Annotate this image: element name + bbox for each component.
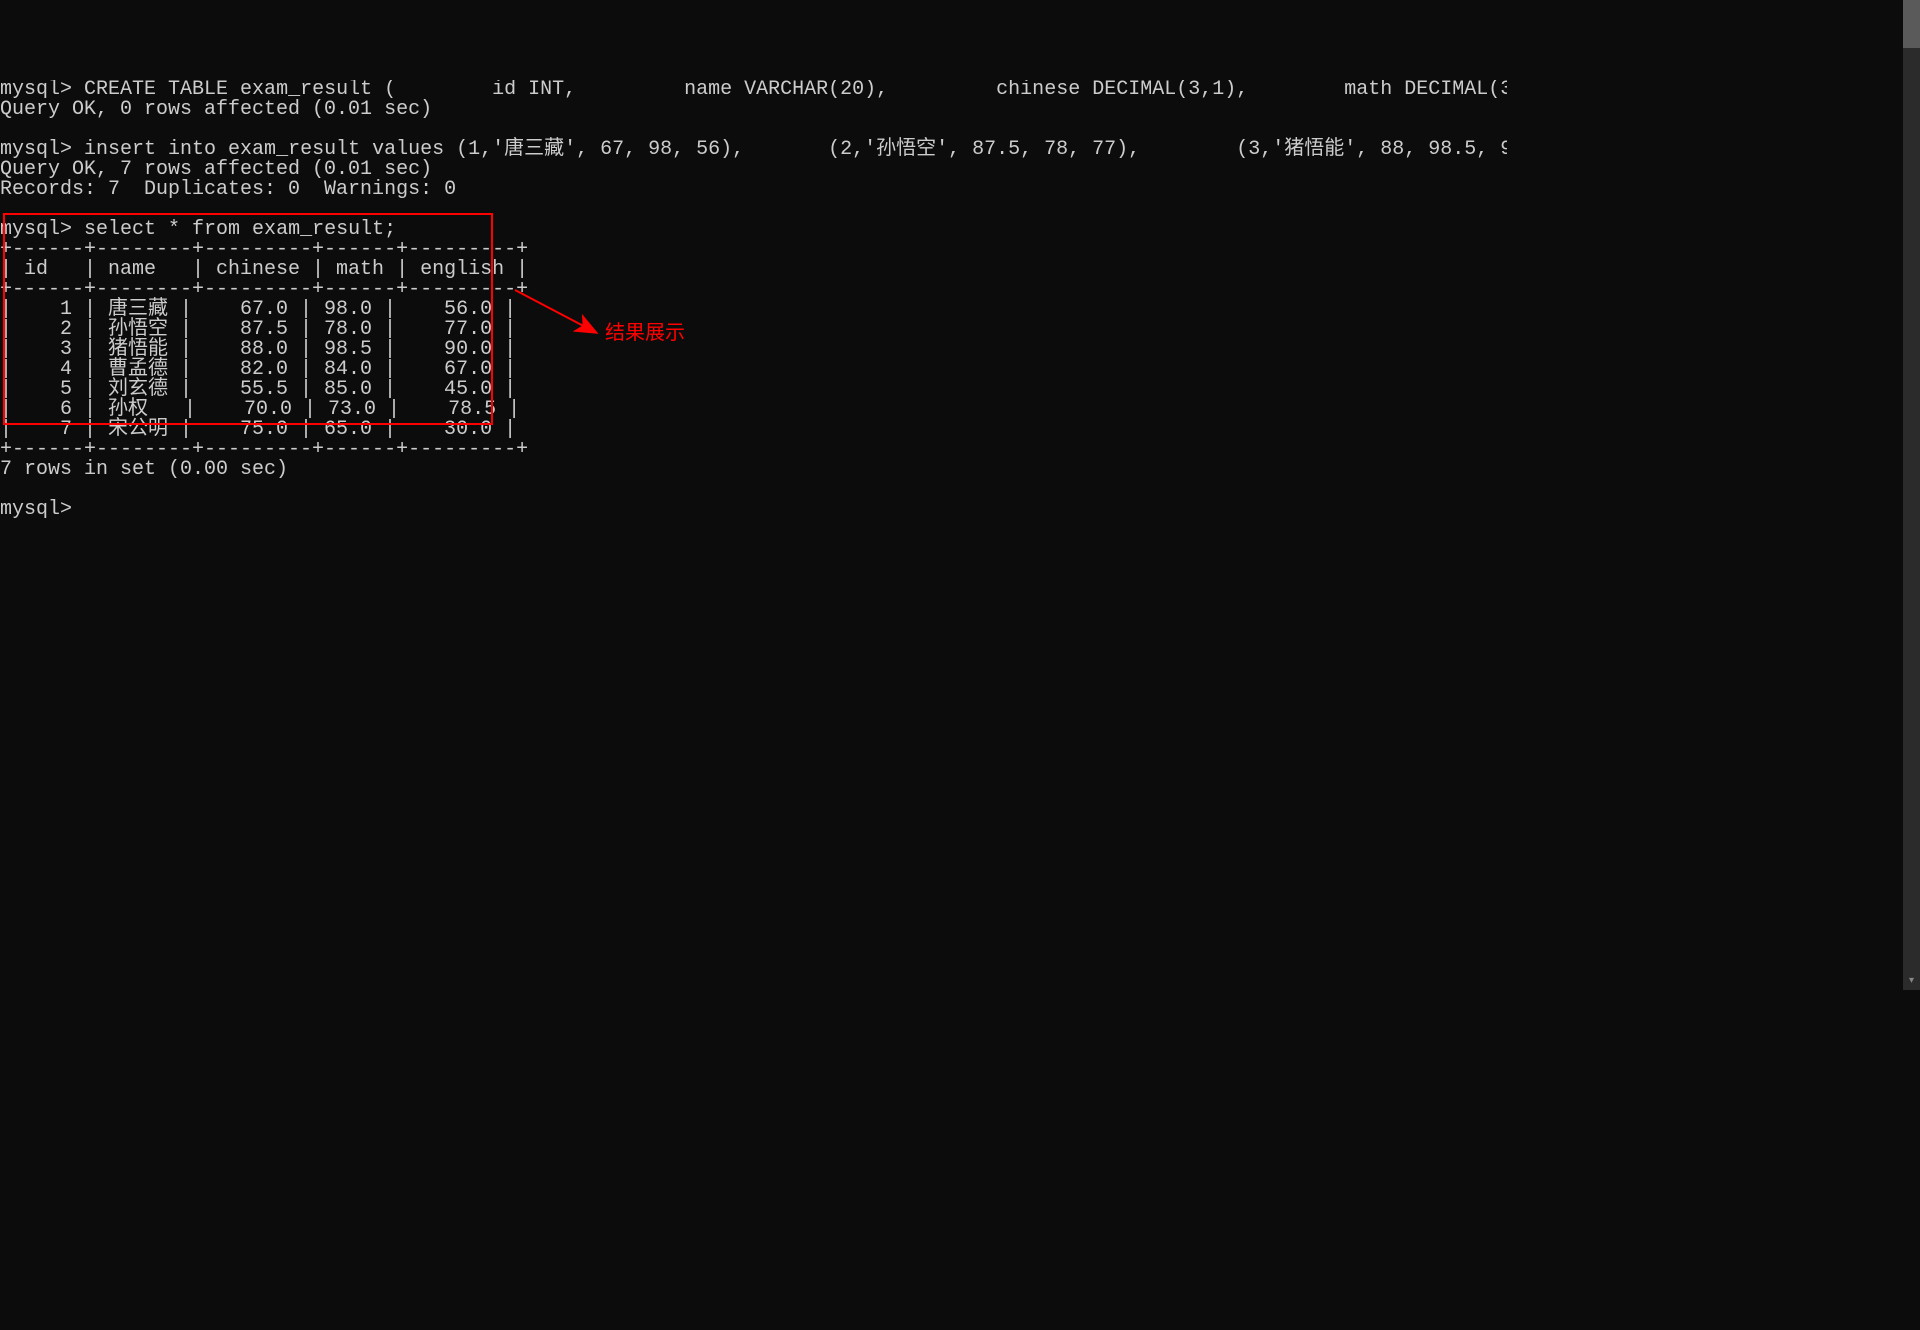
terminal-output[interactable]: mysql> CREATE TABLE exam_result ( id INT… bbox=[0, 80, 1507, 1070]
scrollbar-thumb[interactable] bbox=[1903, 0, 1920, 48]
scrollbar-down-arrow-icon[interactable]: ▾ bbox=[1903, 973, 1920, 990]
insert-response-line2: Records: 7 Duplicates: 0 Warnings: 0 bbox=[0, 178, 456, 201]
create-response: Query OK, 0 rows affected (0.01 sec) bbox=[0, 98, 432, 121]
vertical-scrollbar[interactable]: ▾ bbox=[1903, 0, 1920, 990]
annotation-label: 结果展示 bbox=[605, 323, 685, 343]
mysql-prompt: mysql> bbox=[0, 498, 72, 521]
rows-in-set: 7 rows in set (0.00 sec) bbox=[0, 458, 288, 481]
